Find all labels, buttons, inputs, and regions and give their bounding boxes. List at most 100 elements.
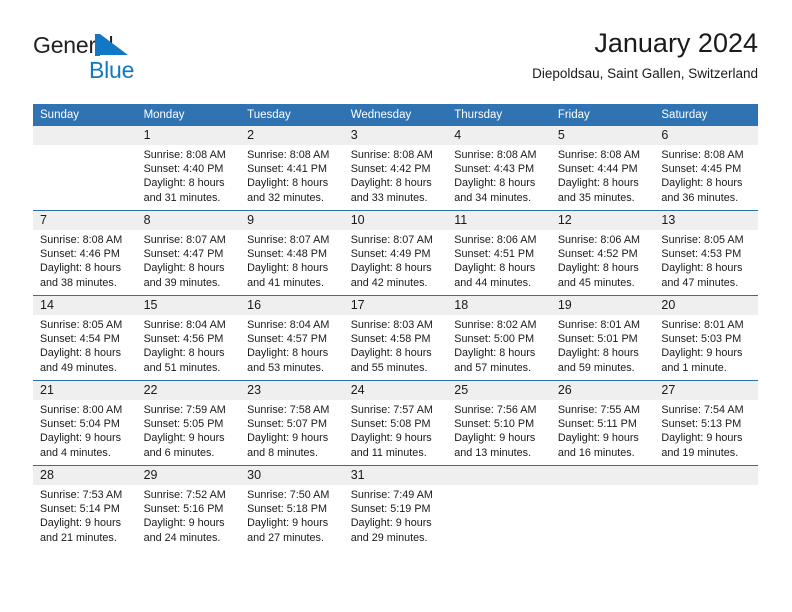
calendar-day-cell[interactable]: 6 Sunrise: 8:08 AM Sunset: 4:45 PM Daylight… — [654, 126, 758, 211]
sunrise-text: Sunrise: 7:58 AM — [247, 404, 330, 416]
day-details: Sunrise: 8:01 AM Sunset: 5:01 PM Daylight:… — [551, 315, 655, 375]
day-number: 27 — [654, 381, 758, 400]
calendar-day-cell[interactable]: 1 Sunrise: 8:08 AM Sunset: 4:40 PM Daylight… — [136, 126, 241, 211]
sunrise-text: Sunrise: 8:08 AM — [661, 149, 744, 161]
day-number: 30 — [240, 466, 344, 485]
day-number: 6 — [654, 126, 758, 145]
calendar-week-row: 28 Sunrise: 7:53 AM Sunset: 5:14 PM Dayligh… — [33, 465, 758, 550]
sunrise-text: Sunrise: 8:08 AM — [557, 149, 641, 161]
sunrise-text: Sunrise: 8:02 AM — [454, 319, 537, 331]
calendar-day-cell[interactable]: 14 Sunrise: 8:05 AM Sunset: 4:54 PM Dayligh… — [33, 295, 137, 381]
sunset-text: Sunset: 4:51 PM — [454, 248, 535, 261]
day-number: 25 — [447, 381, 551, 400]
sunrise-text: Sunrise: 8:03 AM — [350, 319, 433, 331]
calendar-week-row: 1 Sunrise: 8:08 AM Sunset: 4:40 PM Daylight… — [33, 126, 758, 211]
day-number: 24 — [343, 381, 448, 400]
calendar-day-cell[interactable]: 12 Sunrise: 8:06 AM Sunset: 4:52 PM Dayligh… — [550, 210, 655, 296]
calendar-day-cell[interactable]: 20 Sunrise: 8:01 AM Sunset: 5:03 PM Dayligh… — [654, 295, 758, 381]
sunrise-text: Sunrise: 8:01 AM — [661, 319, 744, 331]
calendar-week-row: 21 Sunrise: 8:00 AM Sunset: 5:04 PM Dayligh… — [33, 380, 758, 466]
day-details: Sunrise: 7:56 AM Sunset: 5:10 PM Daylight:… — [447, 400, 551, 460]
calendar-day-cell[interactable]: 26 Sunrise: 7:55 AM Sunset: 5:11 PM Dayligh… — [550, 380, 655, 466]
calendar-day-cell[interactable]: 11 Sunrise: 8:06 AM Sunset: 4:51 PM Dayligh… — [447, 210, 551, 296]
calendar-day-cell[interactable]: 4 Sunrise: 8:08 AM Sunset: 4:43 PM Daylight… — [447, 126, 551, 211]
calendar-day-cell[interactable]: 10 Sunrise: 8:07 AM Sunset: 4:49 PM Dayligh… — [343, 210, 448, 296]
calendar-day-cell[interactable]: 24 Sunrise: 7:57 AM Sunset: 5:08 PM Dayligh… — [343, 380, 448, 466]
calendar-day-cell[interactable]: 5 Sunrise: 8:08 AM Sunset: 4:44 PM Daylight… — [550, 126, 655, 211]
brand-row-top: General — [33, 32, 253, 58]
calendar-day-cell[interactable]: 8 Sunrise: 8:07 AM Sunset: 4:47 PM Daylight… — [136, 210, 241, 296]
sunrise-text: Sunrise: 8:08 AM — [454, 149, 537, 161]
sunrise-text: Sunrise: 7:50 AM — [247, 489, 330, 501]
sunset-text: Sunset: 4:47 PM — [143, 248, 224, 261]
calendar-day-cell[interactable]: 31 Sunrise: 7:49 AM Sunset: 5:19 PM Dayligh… — [343, 465, 448, 550]
calendar-day-cell[interactable]: 18 Sunrise: 8:02 AM Sunset: 5:00 PM Dayligh… — [447, 295, 551, 381]
sunset-text: Sunset: 4:53 PM — [661, 248, 742, 261]
day-details: Sunrise: 8:06 AM Sunset: 4:51 PM Daylight:… — [447, 230, 551, 290]
calendar-day-cell[interactable]: 9 Sunrise: 8:07 AM Sunset: 4:48 PM Daylight… — [240, 210, 344, 296]
day-details: Sunrise: 7:54 AM Sunset: 5:13 PM Daylight:… — [654, 400, 758, 460]
weekday-header-wednesday: Wednesday — [343, 104, 448, 126]
sunrise-text: Sunrise: 8:06 AM — [557, 234, 641, 246]
day-number: 2 — [240, 126, 344, 145]
sunrise-text: Sunrise: 8:00 AM — [40, 404, 123, 416]
calendar-day-cell[interactable]: 2 Sunrise: 8:08 AM Sunset: 4:41 PM Daylight… — [240, 126, 344, 211]
day-number: 19 — [550, 296, 655, 315]
day-number — [550, 466, 655, 485]
daylight-text: Daylight: 9 hours and 24 minutes. — [143, 517, 225, 544]
calendar-day-cell[interactable]: 22 Sunrise: 7:59 AM Sunset: 5:05 PM Dayligh… — [136, 380, 241, 466]
sunrise-text: Sunrise: 8:05 AM — [661, 234, 744, 246]
calendar-day-cell[interactable]: 3 Sunrise: 8:08 AM Sunset: 4:42 PM Daylight… — [343, 126, 448, 211]
weekday-header-friday: Friday — [550, 104, 655, 126]
calendar-day-cell[interactable]: 16 Sunrise: 8:04 AM Sunset: 4:57 PM Dayligh… — [240, 295, 344, 381]
calendar-empty-cell — [447, 465, 551, 550]
calendar-day-cell[interactable]: 29 Sunrise: 7:52 AM Sunset: 5:16 PM Dayligh… — [136, 465, 241, 550]
calendar-day-cell[interactable]: 27 Sunrise: 7:54 AM Sunset: 5:13 PM Dayligh… — [654, 380, 758, 466]
day-number: 26 — [550, 381, 655, 400]
daylight-text: Daylight: 8 hours and 33 minutes. — [350, 177, 432, 204]
sunset-text: Sunset: 5:03 PM — [661, 333, 742, 346]
sunrise-text: Sunrise: 8:07 AM — [350, 234, 433, 246]
calendar-day-cell[interactable]: 30 Sunrise: 7:50 AM Sunset: 5:18 PM Dayligh… — [240, 465, 344, 550]
day-number: 22 — [136, 381, 241, 400]
calendar-day-cell[interactable]: 21 Sunrise: 8:00 AM Sunset: 5:04 PM Dayligh… — [33, 380, 137, 466]
sunset-text: Sunset: 5:07 PM — [247, 418, 327, 431]
day-number: 21 — [33, 381, 137, 400]
day-details: Sunrise: 8:08 AM Sunset: 4:45 PM Daylight:… — [654, 145, 758, 205]
calendar-day-cell[interactable]: 19 Sunrise: 8:01 AM Sunset: 5:01 PM Dayligh… — [550, 295, 655, 381]
calendar-day-cell[interactable]: 28 Sunrise: 7:53 AM Sunset: 5:14 PM Dayligh… — [33, 465, 137, 550]
day-details: Sunrise: 7:52 AM Sunset: 5:16 PM Daylight:… — [137, 485, 241, 545]
daylight-text: Daylight: 8 hours and 49 minutes. — [40, 347, 122, 374]
day-number: 13 — [654, 211, 758, 230]
sunset-text: Sunset: 4:57 PM — [247, 333, 327, 346]
sunset-text: Sunset: 5:13 PM — [661, 418, 742, 431]
calendar-day-cell[interactable]: 23 Sunrise: 7:58 AM Sunset: 5:07 PM Dayligh… — [240, 380, 344, 466]
daylight-text: Daylight: 8 hours and 31 minutes. — [143, 177, 225, 204]
day-number: 10 — [343, 211, 448, 230]
day-details: Sunrise: 8:08 AM Sunset: 4:43 PM Daylight:… — [447, 145, 551, 205]
daylight-text: Daylight: 8 hours and 32 minutes. — [247, 177, 329, 204]
sunrise-text: Sunrise: 8:05 AM — [40, 319, 123, 331]
calendar-day-cell[interactable]: 15 Sunrise: 8:04 AM Sunset: 4:56 PM Dayligh… — [136, 295, 241, 381]
calendar-day-cell[interactable]: 25 Sunrise: 7:56 AM Sunset: 5:10 PM Dayligh… — [447, 380, 551, 466]
sunset-text: Sunset: 4:41 PM — [247, 163, 327, 176]
day-number: 3 — [343, 126, 448, 145]
daylight-text: Daylight: 8 hours and 53 minutes. — [247, 347, 329, 374]
sunrise-text: Sunrise: 8:08 AM — [143, 149, 226, 161]
brand-logo[interactable]: General Blue — [33, 32, 253, 94]
daylight-text: Daylight: 8 hours and 41 minutes. — [247, 262, 329, 289]
day-details: Sunrise: 8:07 AM Sunset: 4:49 PM Daylight:… — [344, 230, 448, 290]
calendar-day-cell[interactable]: 17 Sunrise: 8:03 AM Sunset: 4:58 PM Dayligh… — [343, 295, 448, 381]
daylight-text: Daylight: 9 hours and 1 minute. — [661, 347, 743, 374]
calendar-day-cell[interactable]: 7 Sunrise: 8:08 AM Sunset: 4:46 PM Daylight… — [33, 210, 137, 296]
daylight-text: Daylight: 8 hours and 59 minutes. — [557, 347, 639, 374]
sunset-text: Sunset: 4:48 PM — [247, 248, 327, 261]
day-details: Sunrise: 7:50 AM Sunset: 5:18 PM Daylight:… — [240, 485, 344, 545]
triangle-logo-icon — [95, 34, 131, 56]
sunset-text: Sunset: 5:00 PM — [454, 333, 535, 346]
sunrise-text: Sunrise: 7:53 AM — [40, 489, 123, 501]
day-number: 20 — [654, 296, 758, 315]
day-number: 11 — [447, 211, 551, 230]
calendar-day-cell[interactable]: 13 Sunrise: 8:05 AM Sunset: 4:53 PM Dayligh… — [654, 210, 758, 296]
title-block: January 2024 Diepoldsau, Saint Gallen, S… — [532, 26, 758, 85]
